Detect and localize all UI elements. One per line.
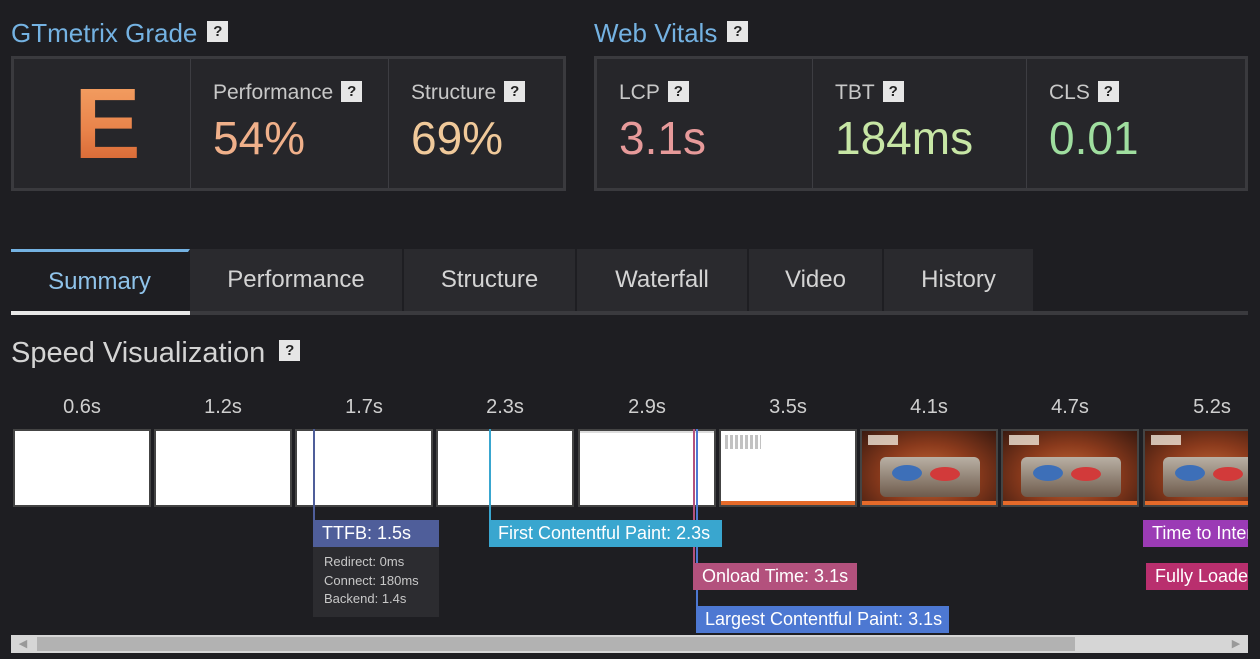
tbt-label: TBT <box>835 81 875 104</box>
gtmetrix-grade-help-icon[interactable]: ? <box>207 20 229 42</box>
lcp-marker[interactable]: Largest Contentful Paint: 3.1s <box>696 606 949 633</box>
time-label: 5.2s <box>1193 396 1231 418</box>
time-label: 2.9s <box>628 396 666 418</box>
grade-letter: E <box>74 68 141 180</box>
time-label: 1.2s <box>204 396 242 418</box>
filmstrip-frame[interactable] <box>719 429 857 507</box>
time-label: 3.5s <box>769 396 807 418</box>
grade-panel: E Performance? 54% Structure? 69% <box>11 56 566 191</box>
tti-marker[interactable]: Time to Interactive <box>1143 520 1248 547</box>
time-label: 0.6s <box>63 396 101 418</box>
fcp-marker-line <box>489 429 491 523</box>
cls-cell: CLS? 0.01 <box>1027 59 1245 188</box>
lcp-cell: LCP? 3.1s <box>597 59 813 188</box>
tbt-cell: TBT? 184ms <box>813 59 1027 188</box>
lcp-value: 3.1s <box>619 112 706 164</box>
ttfb-marker[interactable]: TTFB: 1.5s <box>313 520 439 547</box>
cls-help-icon[interactable]: ? <box>1097 80 1119 102</box>
lcp-label: LCP <box>619 81 660 104</box>
time-label: 4.1s <box>910 396 948 418</box>
structure-value: 69% <box>411 112 504 164</box>
cls-label-row: CLS? <box>1049 80 1119 105</box>
lcp-label-row: LCP? <box>619 80 689 105</box>
frame-footer-bar <box>862 501 996 505</box>
tbt-help-icon[interactable]: ? <box>882 80 904 102</box>
web-vitals-title: Web Vitals? <box>594 18 749 49</box>
structure-label-row: Structure? <box>411 80 526 105</box>
filmstrip-frame[interactable] <box>1143 429 1248 507</box>
structure-label: Structure <box>411 81 497 104</box>
filmstrip-frame[interactable] <box>295 429 433 507</box>
filmstrip-frame[interactable] <box>436 429 574 507</box>
speed-visualization-help-icon[interactable]: ? <box>279 339 301 361</box>
speed-visualization-title: Speed Visualization? <box>11 337 301 370</box>
filmstrip <box>0 429 1248 507</box>
tab-performance[interactable]: Performance <box>190 249 404 311</box>
web-vitals-panel: LCP? 3.1s TBT? 184ms CLS? 0.01 <box>594 56 1248 191</box>
ttfb-connect: Connect: 180ms <box>324 572 419 588</box>
fcp-marker[interactable]: First Contentful Paint: 2.3s <box>489 520 722 547</box>
performance-cell: Performance? 54% <box>191 59 389 188</box>
speed-visualization-label: Speed Visualization <box>11 337 266 369</box>
web-vitals-help-icon[interactable]: ? <box>727 20 749 42</box>
ttfb-details: Redirect: 0ms Connect: 180ms Backend: 1.… <box>313 547 439 617</box>
lcp-help-icon[interactable]: ? <box>667 80 689 102</box>
cls-value: 0.01 <box>1049 112 1139 164</box>
frame-product-image <box>1021 457 1121 497</box>
gtmetrix-grade-title: GTmetrix Grade? <box>11 18 229 49</box>
gtmetrix-grade-label: GTmetrix Grade <box>11 18 198 48</box>
frame-logo <box>868 435 898 445</box>
tabs-underline <box>11 311 1248 315</box>
active-tab-underline <box>11 311 190 315</box>
time-label: 1.7s <box>345 396 383 418</box>
ttfb-marker-line <box>313 429 315 523</box>
web-vitals-label: Web Vitals <box>594 18 718 48</box>
frame-product-image <box>880 457 980 497</box>
tbt-value: 184ms <box>835 112 974 164</box>
frame-footer-bar <box>1145 501 1248 505</box>
structure-cell: Structure? 69% <box>389 59 563 188</box>
filmstrip-frame[interactable] <box>154 429 292 507</box>
tbt-label-row: TBT? <box>835 80 904 105</box>
frame-logo <box>1151 435 1181 445</box>
frame-header-bar <box>725 435 761 449</box>
report-tabs: Summary Performance Structure Waterfall … <box>11 249 1248 315</box>
grade-cell: E <box>14 59 191 188</box>
performance-help-icon[interactable]: ? <box>341 80 363 102</box>
tab-summary[interactable]: Summary <box>11 249 190 311</box>
frame-logo <box>1009 435 1039 445</box>
frame-footer-bar <box>1003 501 1137 505</box>
filmstrip-times: 0.6s 1.2s 1.7s 2.3s 2.9s 3.5s 4.1s 4.7s … <box>0 396 1260 420</box>
fully-loaded-marker[interactable]: Fully Loaded <box>1146 563 1248 590</box>
time-label: 4.7s <box>1051 396 1089 418</box>
cls-label: CLS <box>1049 81 1090 104</box>
time-label: 2.3s <box>486 396 524 418</box>
structure-help-icon[interactable]: ? <box>504 80 526 102</box>
ttfb-redirect: Redirect: 0ms <box>324 554 405 569</box>
frame-footer-bar <box>721 501 855 505</box>
tab-history[interactable]: History <box>884 249 1033 311</box>
filmstrip-frame[interactable] <box>860 429 998 507</box>
tab-waterfall[interactable]: Waterfall <box>577 249 749 311</box>
filmstrip-frame[interactable] <box>13 429 151 507</box>
scroll-left-icon[interactable]: ◀ <box>11 635 35 653</box>
ttfb-backend: Backend: 1.4s <box>324 591 407 606</box>
filmstrip-scrollbar[interactable]: ◀ ▶ <box>11 635 1248 653</box>
scroll-thumb[interactable] <box>37 637 1075 651</box>
filmstrip-frame[interactable] <box>1001 429 1139 507</box>
performance-value: 54% <box>213 112 306 164</box>
frame-product-image <box>1163 457 1248 497</box>
tab-structure[interactable]: Structure <box>404 249 577 311</box>
performance-label: Performance <box>213 81 334 104</box>
onload-marker[interactable]: Onload Time: 3.1s <box>693 563 857 590</box>
performance-label-row: Performance? <box>213 80 363 105</box>
scroll-right-icon[interactable]: ▶ <box>1224 635 1248 653</box>
tab-video[interactable]: Video <box>749 249 884 311</box>
